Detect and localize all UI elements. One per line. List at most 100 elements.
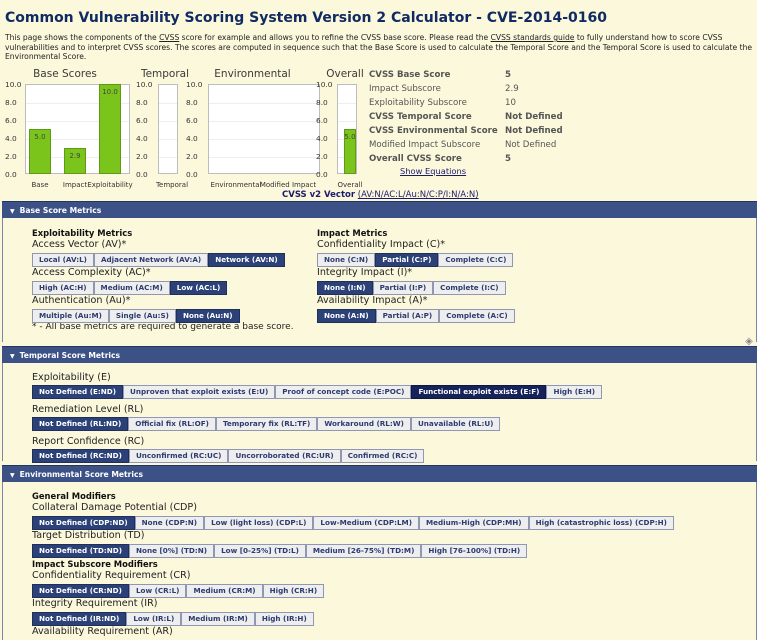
x-tick-label: Modified Impact [259, 181, 317, 189]
option-medium-26-75-td-m[interactable]: Medium [26-75%] (TD:M) [305, 544, 422, 558]
y-tick-label: 10.0 [136, 80, 153, 89]
y-tick-label: 6.0 [136, 116, 148, 125]
environmental-section-body: General Modifiers Impact Subscore Modifi… [2, 482, 757, 640]
grid-line [209, 103, 319, 104]
chart-plot-area [158, 84, 178, 174]
option-high-76-100-td-h[interactable]: High [76-100%] (TD:H) [421, 544, 528, 558]
option-temporary-fix-rl-tf[interactable]: Temporary fix (RL:TF) [215, 417, 318, 431]
metric-label-confidentiality-impact-c: Confidentiality Impact (C)* [317, 239, 446, 250]
option-proof-of-concept-code-e-poc[interactable]: Proof of concept code (E:POC) [275, 385, 412, 399]
option-none-c-n[interactable]: None (C:N) [317, 253, 376, 267]
option-group-target-distribution-td: Not Defined (TD:ND) None [0%] (TD:N) Low [… [32, 544, 528, 558]
option-complete-i-c[interactable]: Complete (I:C) [433, 281, 506, 295]
option-unproven-that-exploit-exists-e-u[interactable]: Unproven that exploit exists (E:U) [123, 385, 276, 399]
option-not-defined-cdp-nd[interactable]: Not Defined (CDP:ND) [32, 516, 135, 530]
grid-line [159, 121, 177, 122]
option-functional-exploit-exists-e-f[interactable]: Functional exploit exists (E:F) [411, 385, 547, 399]
y-tick-label: 2.0 [316, 152, 328, 161]
metric-label-integrity-impact-i: Integrity Impact (I)* [317, 267, 413, 278]
option-low-cr-l[interactable]: Low (CR:L) [128, 584, 187, 598]
page-title: Common Vulnerability Scoring System Vers… [5, 10, 608, 26]
score-value: 10 [505, 98, 516, 108]
option-low-medium-cdp-lm[interactable]: Low-Medium (CDP:LM) [313, 516, 419, 530]
option-none-cdp-n[interactable]: None (CDP:N) [134, 516, 205, 530]
option-high-e-h[interactable]: High (E:H) [546, 385, 603, 399]
option-adjacent-network-av-a[interactable]: Adjacent Network (AV:A) [93, 253, 209, 267]
metric-label-exploitability-e: Exploitability (E) [32, 372, 111, 383]
y-tick-label: 2.0 [136, 152, 148, 161]
option-medium-cr-m[interactable]: Medium (CR:M) [186, 584, 263, 598]
grid-line [159, 103, 177, 104]
chart-title: Temporal [140, 68, 190, 80]
score-row: CVSS Temporal Score Not Defined [369, 112, 619, 126]
vector-label: CVSS v2 Vector [282, 190, 356, 200]
option-not-defined-td-nd[interactable]: Not Defined (TD:ND) [32, 544, 129, 558]
option-complete-c-c[interactable]: Complete (C:C) [438, 253, 514, 267]
score-row: CVSS Environmental Score Not Defined [369, 126, 619, 140]
option-workaround-rl-w[interactable]: Workaround (RL:W) [317, 417, 411, 431]
option-high-catastrophic-loss-cdp-h[interactable]: High (catastrophic loss) (CDP:H) [528, 516, 674, 530]
option-uncorroborated-rc-ur[interactable]: Uncorroborated (RC:UR) [228, 449, 341, 463]
option-official-fix-rl-of[interactable]: Official fix (RL:OF) [128, 417, 216, 431]
collapse-triangle-icon: ▼ [10, 472, 15, 479]
option-unconfirmed-rc-uc[interactable]: Unconfirmed (RC:UC) [128, 449, 229, 463]
option-group-confidentiality-impact-c: None (C:N) Partial (C:P) Complete (C:C) [317, 253, 514, 267]
option-high-ir-h[interactable]: High (IR:H) [254, 612, 314, 626]
option-medium-ir-m[interactable]: Medium (IR:M) [181, 612, 255, 626]
base-section-header[interactable]: ▼ Base Score Metrics [2, 201, 757, 218]
option-none-au-n[interactable]: None (Au:N) [175, 309, 240, 323]
option-network-av-n[interactable]: Network (AV:N) [208, 253, 285, 267]
metric-label-remediation-level-rl: Remediation Level (RL) [32, 404, 144, 415]
cvss-link[interactable]: CVSS [159, 33, 179, 42]
option-complete-a-c[interactable]: Complete (A:C) [439, 309, 515, 323]
impact-metrics-heading: Impact Metrics [317, 228, 388, 238]
option-group-availability-impact-a: None (A:N) Partial (A:P) Complete (A:C) [317, 309, 515, 323]
y-tick-label: 0.0 [5, 170, 17, 179]
y-tick-label: 4.0 [136, 134, 148, 143]
option-none-a-n[interactable]: None (A:N) [317, 309, 376, 323]
option-medium-ac-m[interactable]: Medium (AC:M) [93, 281, 170, 295]
option-not-defined-e-nd[interactable]: Not Defined (E:ND) [32, 385, 124, 399]
vector-link[interactable]: (AV:N/AC:L/Au:N/C:P/I:N/A:N) [358, 190, 479, 200]
option-multiple-au-m[interactable]: Multiple (Au:M) [32, 309, 109, 323]
resize-grip-icon[interactable]: ◈ [743, 336, 755, 348]
option-none-0-td-n[interactable]: None [0%] (TD:N) [129, 544, 215, 558]
option-none-i-n[interactable]: None (I:N) [317, 281, 373, 295]
option-not-defined-rc-nd[interactable]: Not Defined (RC:ND) [32, 449, 129, 463]
option-unavailable-rl-u[interactable]: Unavailable (RL:U) [410, 417, 501, 431]
option-group-confidentiality-requirement-cr: Not Defined (CR:ND) Low (CR:L) Medium (CR:… [32, 584, 325, 598]
option-low-ac-l[interactable]: Low (AC:L) [169, 281, 228, 295]
option-low-0-25-td-l[interactable]: Low [0-25%] (TD:L) [214, 544, 306, 558]
option-medium-high-cdp-mh[interactable]: Medium-High (CDP:MH) [419, 516, 529, 530]
option-low-light-loss-cdp-l[interactable]: Low (light loss) (CDP:L) [204, 516, 314, 530]
temporal-section-header[interactable]: ▼ Temporal Score Metrics [2, 346, 757, 363]
score-row: Impact Subscore 2.9 [369, 84, 619, 98]
y-tick-label: 8.0 [136, 98, 148, 107]
collapse-triangle-icon: ▼ [10, 353, 15, 360]
option-partial-a-p[interactable]: Partial (A:P) [375, 309, 440, 323]
grid-line [209, 139, 319, 140]
option-group-access-complexity-ac: High (AC:H) Medium (AC:M) Low (AC:L) [32, 281, 228, 295]
option-single-au-s[interactable]: Single (Au:S) [108, 309, 176, 323]
chart-title: Environmental [214, 68, 291, 80]
y-tick-label: 4.0 [5, 134, 17, 143]
option-group-integrity-impact-i: None (I:N) Partial (I:P) Complete (I:C) [317, 281, 506, 295]
option-confirmed-rc-c[interactable]: Confirmed (RC:C) [340, 449, 425, 463]
option-low-ir-l[interactable]: Low (IR:L) [126, 612, 182, 626]
option-local-av-l[interactable]: Local (AV:L) [32, 253, 94, 267]
x-tick-label: Temporal [155, 181, 189, 189]
option-high-cr-h[interactable]: High (CR:H) [262, 584, 325, 598]
grid-line [338, 103, 356, 104]
option-not-defined-cr-nd[interactable]: Not Defined (CR:ND) [32, 584, 129, 598]
option-high-ac-h[interactable]: High (AC:H) [32, 281, 94, 295]
score-value: Not Defined [505, 112, 563, 122]
option-not-defined-rl-nd[interactable]: Not Defined (RL:ND) [32, 417, 129, 431]
environmental-section-header[interactable]: ▼ Environmental Score Metrics [2, 465, 757, 482]
y-tick-label: 10.0 [186, 80, 203, 89]
cvss-guide-link[interactable]: CVSS standards guide [491, 33, 575, 42]
option-partial-i-p[interactable]: Partial (I:P) [372, 281, 434, 295]
option-partial-c-p[interactable]: Partial (C:P) [375, 253, 439, 267]
show-equations-link[interactable]: Show Equations [400, 166, 466, 176]
score-label: Overall CVSS Score [369, 154, 462, 164]
option-not-defined-ir-nd[interactable]: Not Defined (IR:ND) [32, 612, 127, 626]
